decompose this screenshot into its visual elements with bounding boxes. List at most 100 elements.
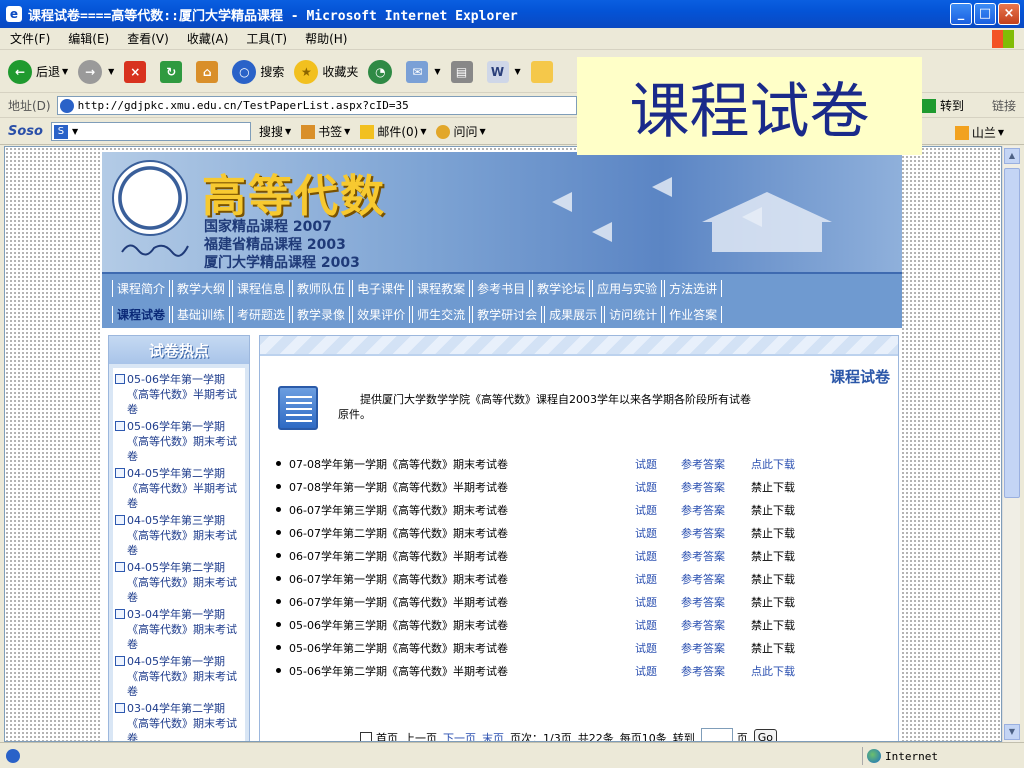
window-title-bar[interactable]: e 课程试卷====高等代数::厦门大学精品课程 - Microsoft Int… (0, 0, 1024, 28)
menu-favorites[interactable]: 收藏(A) (187, 30, 229, 47)
pager-page-input[interactable] (700, 728, 733, 741)
exam-link[interactable]: 试题 (635, 571, 681, 587)
chevron-down-icon[interactable]: ▼ (108, 67, 114, 76)
exam-link[interactable]: 试题 (635, 479, 681, 495)
answer-link[interactable]: 参考答案 (681, 548, 751, 564)
exam-link[interactable]: 试题 (635, 456, 681, 472)
soso-search-button[interactable]: 搜搜 ▼ (259, 123, 291, 140)
nav-course-intro[interactable]: 课程简介 (112, 280, 171, 297)
nav-slides[interactable]: 电子课件 (352, 280, 411, 297)
answer-link[interactable]: 参考答案 (681, 617, 751, 633)
scroll-up-icon[interactable]: ▲ (1004, 148, 1020, 164)
nav-syllabus[interactable]: 教学大纲 (172, 280, 231, 297)
refresh-button[interactable]: ↻ (160, 60, 186, 83)
download-link[interactable]: 点此下载 (751, 456, 821, 472)
chevron-down-icon[interactable]: ▼ (420, 127, 426, 136)
nav-grad-exam[interactable]: 考研题选 (232, 306, 291, 323)
discuss-button[interactable] (530, 60, 557, 83)
minimize-icon[interactable]: _ (950, 3, 972, 25)
mail-button[interactable]: ✉ ▼ (406, 60, 441, 83)
menu-tools[interactable]: 工具(T) (246, 30, 287, 47)
nav-statistics[interactable]: 访问统计 (604, 306, 663, 323)
answer-link[interactable]: 参考答案 (681, 479, 751, 495)
history-button[interactable]: ◔ (368, 59, 396, 84)
sidebar-item[interactable]: 04-05学年第三学期《高等代数》期末考试卷 (115, 513, 243, 558)
links-button[interactable]: 链接 (992, 97, 1016, 114)
menu-edit[interactable]: 编辑(E) (68, 30, 109, 47)
sidebar-item[interactable]: 04-05学年第二学期《高等代数》期末考试卷 (115, 560, 243, 605)
nav-references[interactable]: 参考书目 (472, 280, 531, 297)
forward-button[interactable]: → ▼ (78, 59, 114, 84)
menu-view[interactable]: 查看(V) (127, 30, 169, 47)
menu-help[interactable]: 帮助(H) (305, 30, 347, 47)
chevron-down-icon[interactable]: ▼ (479, 127, 485, 136)
answer-link[interactable]: 参考答案 (681, 502, 751, 518)
sidebar-item[interactable]: 05-06学年第一学期《高等代数》半期考试卷 (115, 372, 243, 417)
pager-next[interactable]: 下一页 (443, 730, 476, 741)
exam-link[interactable]: 试题 (635, 617, 681, 633)
chevron-down-icon[interactable]: ▼ (515, 67, 521, 76)
edit-button[interactable]: W ▼ (486, 60, 521, 83)
chevron-down-icon[interactable]: ▼ (285, 127, 291, 136)
soso-ask-button[interactable]: 问问 ▼ (436, 123, 486, 140)
nav-faculty[interactable]: 教师队伍 (292, 280, 351, 297)
sidebar-item[interactable]: 03-04学年第二学期《高等代数》期末考试卷 (115, 701, 243, 741)
nav-seminar[interactable]: 教学研讨会 (472, 306, 543, 323)
home-button[interactable]: ⌂ (196, 60, 222, 83)
answer-link[interactable]: 参考答案 (681, 571, 751, 587)
chevron-down-icon[interactable]: ▼ (434, 67, 440, 76)
exam-link[interactable]: 试题 (635, 640, 681, 656)
close-icon[interactable]: × (998, 3, 1020, 25)
soso-logo[interactable]: Soso (8, 124, 43, 139)
nav-lesson-plans[interactable]: 课程教案 (412, 280, 471, 297)
exam-link[interactable]: 试题 (635, 548, 681, 564)
nav-forum[interactable]: 教学论坛 (532, 280, 591, 297)
pager-first[interactable]: 首页 (376, 730, 398, 741)
nav-communication[interactable]: 师生交流 (412, 306, 471, 323)
sidebar-item[interactable]: 04-05学年第二学期《高等代数》半期考试卷 (115, 466, 243, 511)
soso-bookmarks-button[interactable]: 书签 ▼ (301, 123, 350, 140)
exam-link[interactable]: 试题 (635, 502, 681, 518)
soso-right-button[interactable]: 山兰 ▼ (954, 124, 1004, 141)
back-button[interactable]: ← 后退 ▼ (8, 59, 68, 84)
scroll-down-icon[interactable]: ▼ (1004, 724, 1020, 740)
exam-link[interactable]: 试题 (635, 594, 681, 610)
menu-file[interactable]: 文件(F) (10, 30, 50, 47)
pager-go-button[interactable]: Go (753, 729, 777, 741)
maximize-icon[interactable]: □ (974, 3, 996, 25)
answer-link[interactable]: 参考答案 (681, 663, 751, 679)
nav-video[interactable]: 教学录像 (292, 306, 351, 323)
chevron-down-icon[interactable]: ▼ (62, 67, 68, 76)
scroll-thumb[interactable] (1004, 168, 1020, 498)
nav-achievements[interactable]: 成果展示 (544, 306, 603, 323)
chevron-down-icon[interactable]: ▼ (998, 128, 1004, 137)
sidebar-item[interactable]: 05-06学年第一学期《高等代数》期末考试卷 (115, 419, 243, 464)
exam-link[interactable]: 试题 (635, 663, 681, 679)
nav-evaluation[interactable]: 效果评价 (352, 306, 411, 323)
exam-link[interactable]: 试题 (635, 525, 681, 541)
sidebar-item[interactable]: 04-05学年第一学期《高等代数》期末考试卷 (115, 654, 243, 699)
chevron-down-icon[interactable]: ▼ (72, 127, 78, 136)
chevron-down-icon[interactable]: ▼ (344, 127, 350, 136)
answer-link[interactable]: 参考答案 (681, 456, 751, 472)
nav-applications[interactable]: 应用与实验 (592, 280, 663, 297)
nav-test-papers[interactable]: 课程试卷 (112, 306, 171, 323)
soso-search-input[interactable]: S ▼ (50, 122, 251, 141)
answer-link[interactable]: 参考答案 (681, 525, 751, 541)
nav-methods[interactable]: 方法选讲 (664, 280, 723, 297)
vertical-scrollbar[interactable]: ▲ ▼ (1002, 146, 1020, 742)
download-link[interactable]: 点此下载 (751, 663, 821, 679)
go-button[interactable]: 转到 (921, 97, 964, 114)
answer-link[interactable]: 参考答案 (681, 594, 751, 610)
nav-course-info[interactable]: 课程信息 (232, 280, 291, 297)
nav-basic-training[interactable]: 基础训练 (172, 306, 231, 323)
stop-button[interactable]: × (124, 60, 150, 83)
pager-prev[interactable]: 上一页 (404, 730, 437, 741)
address-input[interactable]: http://gdjpkc.xmu.edu.cn/TestPaperList.a… (56, 96, 577, 115)
answer-link[interactable]: 参考答案 (681, 640, 751, 656)
soso-mail-button[interactable]: 邮件(0) ▼ (360, 123, 426, 140)
search-button[interactable]: ○ 搜索 (232, 59, 284, 84)
print-button[interactable]: ▤ (450, 60, 477, 83)
favorites-button[interactable]: ★ 收藏夹 (294, 59, 358, 84)
pager-last[interactable]: 末页 (482, 730, 504, 741)
